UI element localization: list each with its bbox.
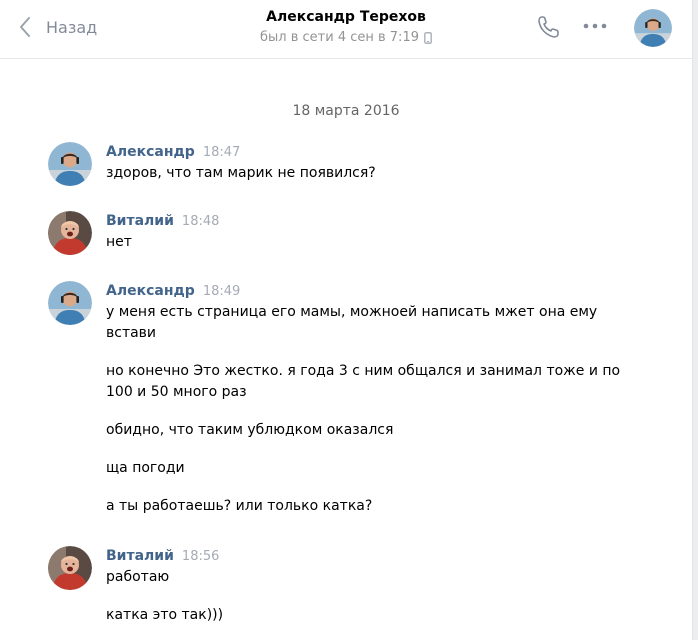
sender-name[interactable]: Виталий [106,548,174,564]
message-body: Виталий 18:48 нет [106,211,626,253]
more-dots-icon[interactable] [582,16,608,36]
message-text: а ты работаешь? или только катка? [106,498,373,514]
header-avatar[interactable] [634,9,672,47]
message-time[interactable]: 18:48 [182,214,219,229]
date-separator: 18 марта 2016 [292,103,400,119]
message-body: Александр 18:47 здоров, что там марик не … [106,142,626,184]
message-time[interactable]: 18:49 [203,284,240,299]
sender-avatar[interactable] [48,211,92,255]
message-time[interactable]: 18:56 [182,549,219,564]
phone-icon[interactable] [536,14,560,40]
mobile-device-icon [424,32,432,44]
message-meta: Виталий 18:48 [106,211,626,231]
sender-avatar[interactable] [48,142,92,186]
message-body: Александр 18:49 у меня есть страница его … [106,281,626,517]
sender-avatar[interactable] [48,281,92,325]
message-text: у меня есть страница его мамы, можноей н… [106,304,598,341]
message-text: обидно, что таким ублюдком оказался [106,422,394,438]
message-text: катка это так))) [106,607,224,623]
conversation-title-block: Александр Терехов был в сети 4 сен в 7:1… [200,8,492,49]
back-label: Назад [46,17,98,37]
chat-header: Назад Александр Терехов был в сети 4 сен… [0,0,692,59]
message-time[interactable]: 18:47 [203,145,240,160]
sender-name[interactable]: Александр [106,283,195,299]
online-status-text: был в сети 4 сен в 7:19 [260,30,419,45]
message-meta: Александр 18:49 [106,281,626,301]
message-meta: Александр 18:47 [106,142,626,162]
sender-name[interactable]: Виталий [106,213,174,229]
conversation-title[interactable]: Александр Терехов [200,8,492,27]
back-button[interactable]: Назад [18,15,97,39]
message-text: но конечно Это жестко. я года 3 с ним об… [106,363,621,400]
sender-name[interactable]: Александр [106,144,195,160]
chat-panel: Назад Александр Терехов был в сети 4 сен… [0,0,693,640]
message-meta: Виталий 18:56 [106,546,626,566]
online-status: был в сети 4 сен в 7:19 [260,27,432,49]
message-text: работаю [106,569,170,585]
message-text: ща погоди [106,460,185,476]
chevron-left-icon [20,17,30,37]
sender-avatar[interactable] [48,546,92,590]
message-text: нет [106,234,132,250]
message-body: Виталий 18:56 работаю катка это так))) [106,546,626,626]
message-text: здоров, что там марик не появился? [106,165,376,181]
